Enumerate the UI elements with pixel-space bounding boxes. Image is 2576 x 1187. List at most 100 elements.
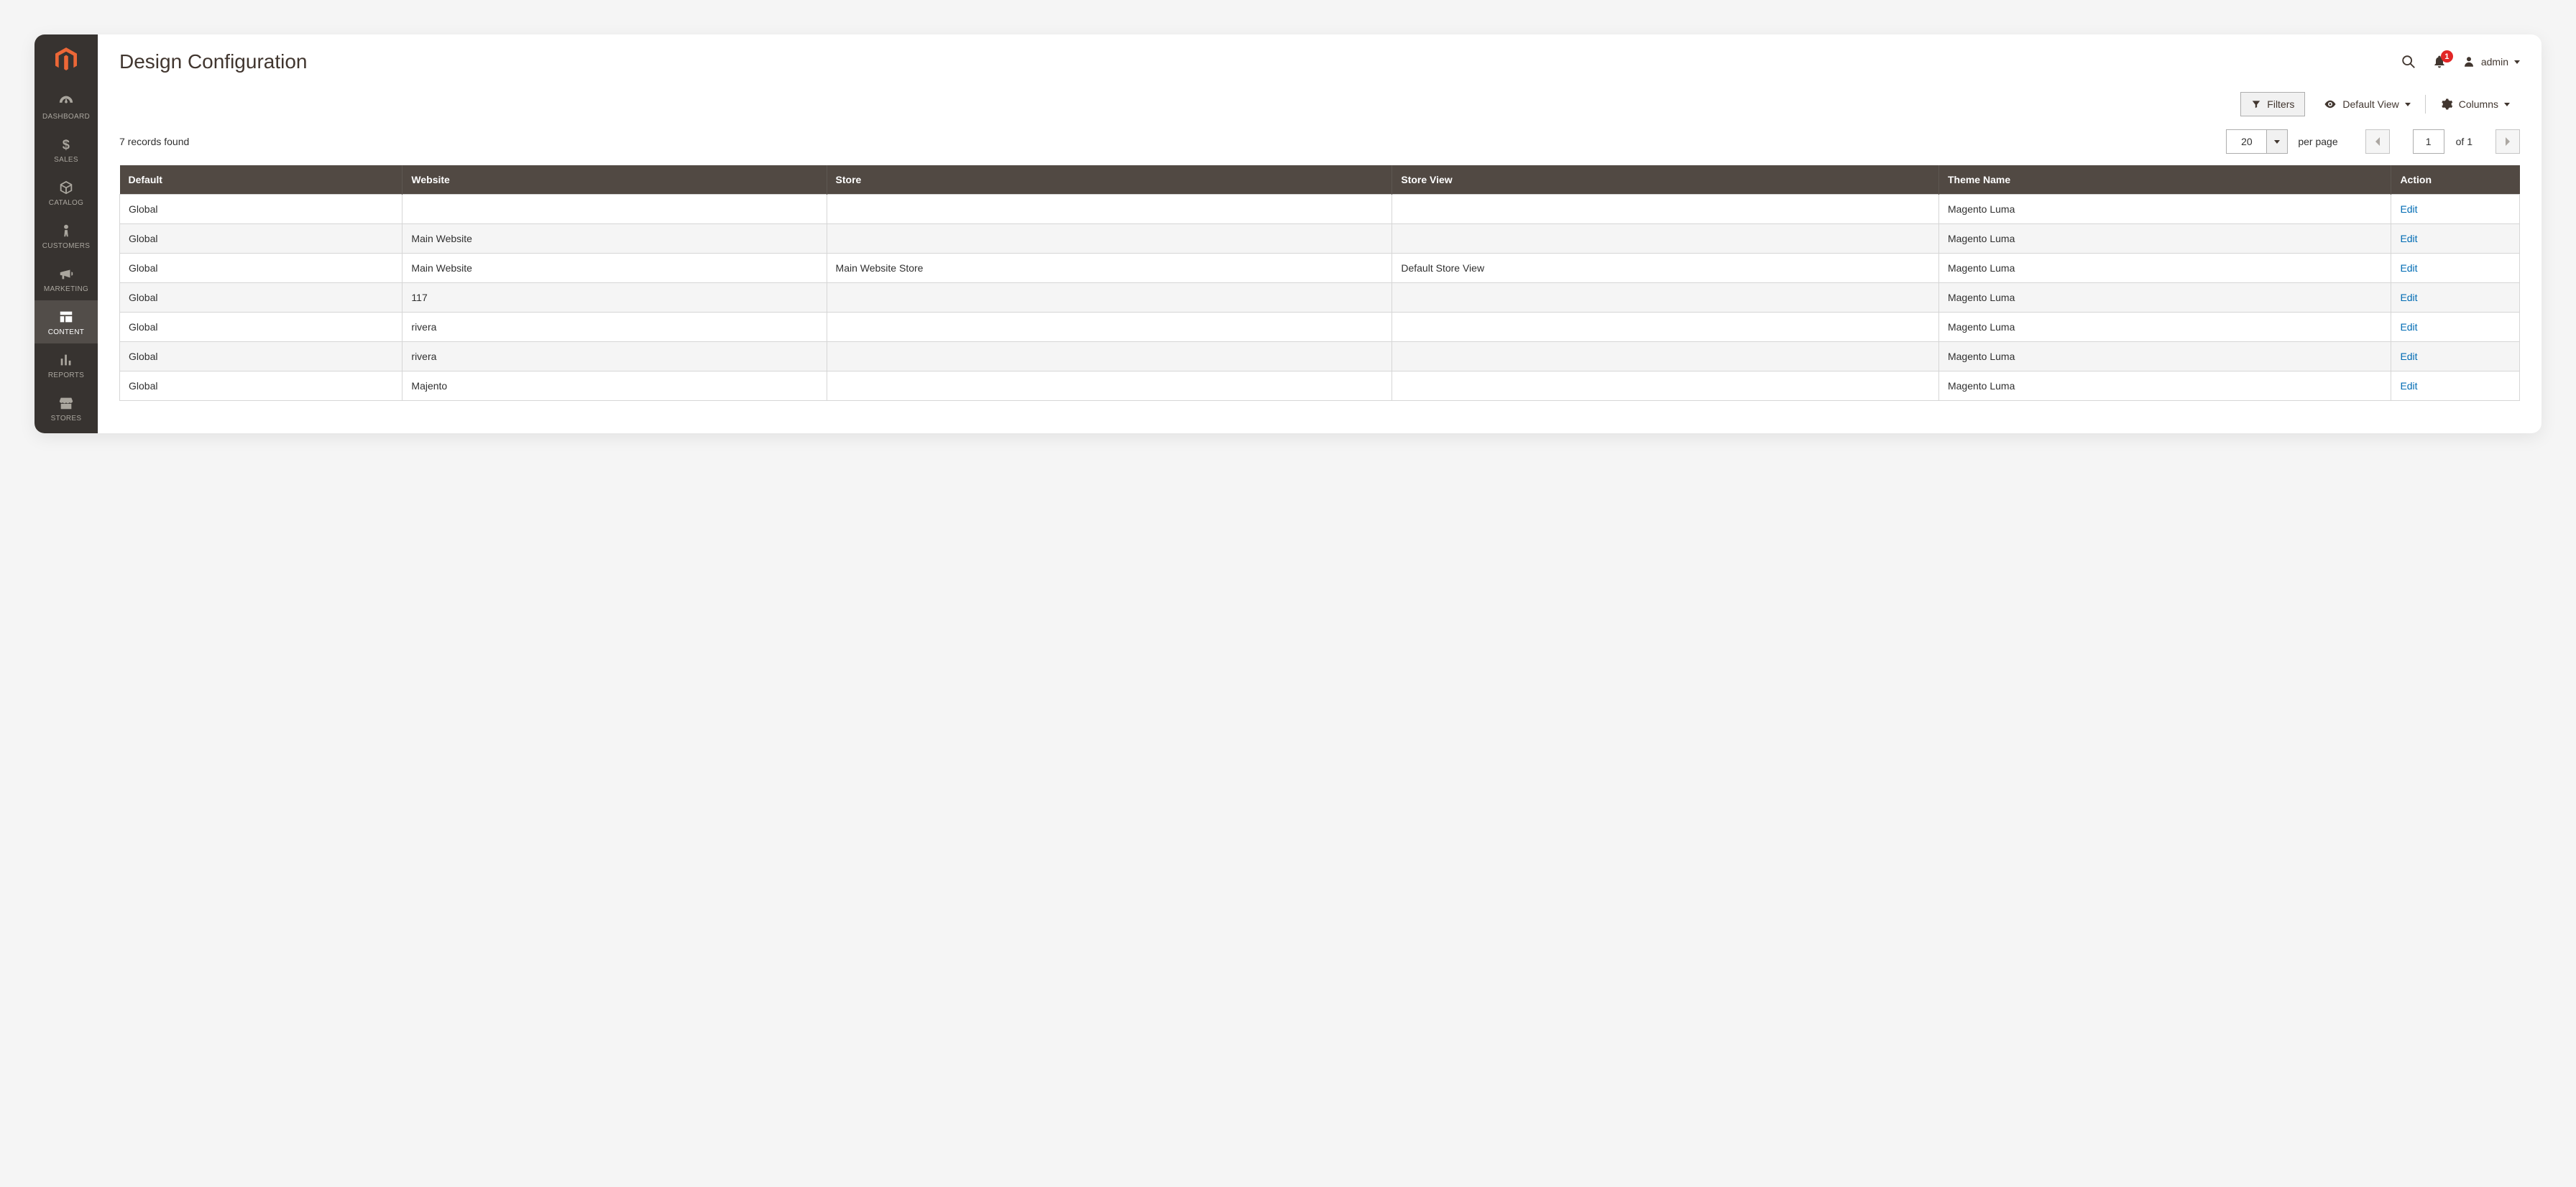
page-title: Design Configuration — [119, 50, 2401, 73]
cell-store: Main Website Store — [827, 254, 1392, 283]
cell-action: Edit — [2391, 224, 2520, 254]
account-menu[interactable]: admin — [2462, 55, 2520, 68]
notification-badge: 1 — [2441, 50, 2453, 63]
cell-action: Edit — [2391, 342, 2520, 371]
cell-store-view — [1392, 283, 1939, 313]
cell-default: Global — [120, 224, 402, 254]
cell-theme-name: Magento Luma — [1938, 283, 2391, 313]
cell-action: Edit — [2391, 371, 2520, 401]
table-row: GlobalriveraMagento LumaEdit — [120, 342, 2520, 371]
chevron-down-icon — [2405, 103, 2411, 106]
design-config-grid: Default Website Store Store View Theme N… — [98, 165, 2542, 420]
sidebar-item-label: CONTENT — [48, 328, 84, 336]
sidebar-item-customers[interactable]: CUSTOMERS — [34, 214, 98, 257]
sidebar-item-label: REPORTS — [48, 371, 84, 379]
table-row: GlobalMain WebsiteMain Website StoreDefa… — [120, 254, 2520, 283]
sidebar-item-reports[interactable]: REPORTS — [34, 343, 98, 387]
cell-website: rivera — [402, 342, 827, 371]
username: admin — [2481, 56, 2508, 68]
edit-link[interactable]: Edit — [2400, 233, 2417, 244]
columns-button[interactable]: Columns — [2430, 92, 2520, 116]
sidebar-item-label: MARKETING — [44, 285, 88, 293]
cell-store-view — [1392, 313, 1939, 342]
gauge-icon — [58, 93, 74, 109]
toolbar-divider — [2425, 95, 2426, 114]
cell-store — [827, 342, 1392, 371]
col-header-store[interactable]: Store — [827, 165, 1392, 195]
pager-group: per page of 1 — [2226, 129, 2520, 154]
page-of-label: of 1 — [2456, 136, 2472, 147]
layout-icon — [58, 309, 74, 325]
grid-pagination-bar: 7 records found per page of 1 — [119, 129, 2520, 165]
col-header-store-view[interactable]: Store View — [1392, 165, 1939, 195]
chevron-right-icon — [2504, 137, 2511, 146]
cell-default: Global — [120, 371, 402, 401]
filters-button[interactable]: Filters — [2240, 92, 2305, 116]
cell-theme-name: Magento Luma — [1938, 224, 2391, 254]
notifications-button[interactable]: 1 — [2432, 55, 2447, 69]
page-number-input[interactable] — [2413, 129, 2444, 154]
page-size-caret[interactable] — [2266, 129, 2288, 154]
cell-website — [402, 195, 827, 224]
edit-link[interactable]: Edit — [2400, 292, 2417, 303]
cell-store — [827, 283, 1392, 313]
next-page-button[interactable] — [2496, 129, 2520, 154]
chevron-down-icon — [2514, 60, 2520, 64]
col-header-default[interactable]: Default — [120, 165, 402, 195]
chevron-down-icon — [2274, 140, 2280, 144]
sidebar-item-label: CUSTOMERS — [42, 242, 90, 250]
page-size-selector[interactable] — [2226, 129, 2288, 154]
funnel-icon — [2251, 99, 2261, 109]
store-icon — [58, 395, 74, 411]
cell-store-view — [1392, 371, 1939, 401]
edit-link[interactable]: Edit — [2400, 351, 2417, 362]
edit-link[interactable]: Edit — [2400, 262, 2417, 274]
sidebar-item-dashboard[interactable]: DASHBOARD — [34, 85, 98, 128]
edit-link[interactable]: Edit — [2400, 380, 2417, 392]
search-button[interactable] — [2401, 54, 2416, 70]
per-page-label: per page — [2298, 136, 2337, 147]
gear-icon — [2440, 98, 2453, 111]
cell-store-view: Default Store View — [1392, 254, 1939, 283]
col-header-theme-name[interactable]: Theme Name — [1938, 165, 2391, 195]
table-row: GlobalriveraMagento LumaEdit — [120, 313, 2520, 342]
box-icon — [58, 180, 74, 195]
page-size-input[interactable] — [2226, 129, 2266, 154]
megaphone-icon — [58, 266, 74, 282]
cell-store-view — [1392, 342, 1939, 371]
cell-default: Global — [120, 254, 402, 283]
search-icon — [2401, 54, 2416, 70]
cell-store — [827, 371, 1392, 401]
table-row: GlobalMajentoMagento LumaEdit — [120, 371, 2520, 401]
sidebar-item-label: SALES — [54, 156, 78, 164]
table-row: GlobalMagento LumaEdit — [120, 195, 2520, 224]
cell-action: Edit — [2391, 283, 2520, 313]
svg-text:$: $ — [63, 137, 70, 152]
cell-website: 117 — [402, 283, 827, 313]
cell-theme-name: Magento Luma — [1938, 254, 2391, 283]
edit-link[interactable]: Edit — [2400, 321, 2417, 333]
user-icon — [2462, 55, 2475, 68]
sidebar-item-label: DASHBOARD — [42, 113, 90, 121]
sidebar-item-sales[interactable]: $ SALES — [34, 128, 98, 171]
cell-website: Majento — [402, 371, 827, 401]
main-area: Design Configuration 1 admin — [98, 34, 2542, 433]
cell-website: rivera — [402, 313, 827, 342]
cell-default: Global — [120, 283, 402, 313]
sidebar-item-catalog[interactable]: CATALOG — [34, 171, 98, 214]
edit-link[interactable]: Edit — [2400, 203, 2417, 215]
records-found: 7 records found — [119, 136, 189, 147]
col-header-website[interactable]: Website — [402, 165, 827, 195]
default-view-label: Default View — [2342, 98, 2398, 110]
cell-store — [827, 224, 1392, 254]
default-view-button[interactable]: Default View — [2314, 92, 2420, 116]
sidebar-item-content[interactable]: CONTENT — [34, 300, 98, 343]
cell-default: Global — [120, 195, 402, 224]
magento-logo[interactable] — [34, 34, 98, 85]
prev-page-button[interactable] — [2365, 129, 2390, 154]
sidebar-item-marketing[interactable]: MARKETING — [34, 257, 98, 300]
admin-sidebar: DASHBOARD $ SALES CATALOG CUSTOMERS MARK… — [34, 34, 98, 433]
sidebar-item-stores[interactable]: STORES — [34, 387, 98, 430]
config-table: Default Website Store Store View Theme N… — [119, 165, 2520, 401]
chevron-down-icon — [2504, 103, 2510, 106]
